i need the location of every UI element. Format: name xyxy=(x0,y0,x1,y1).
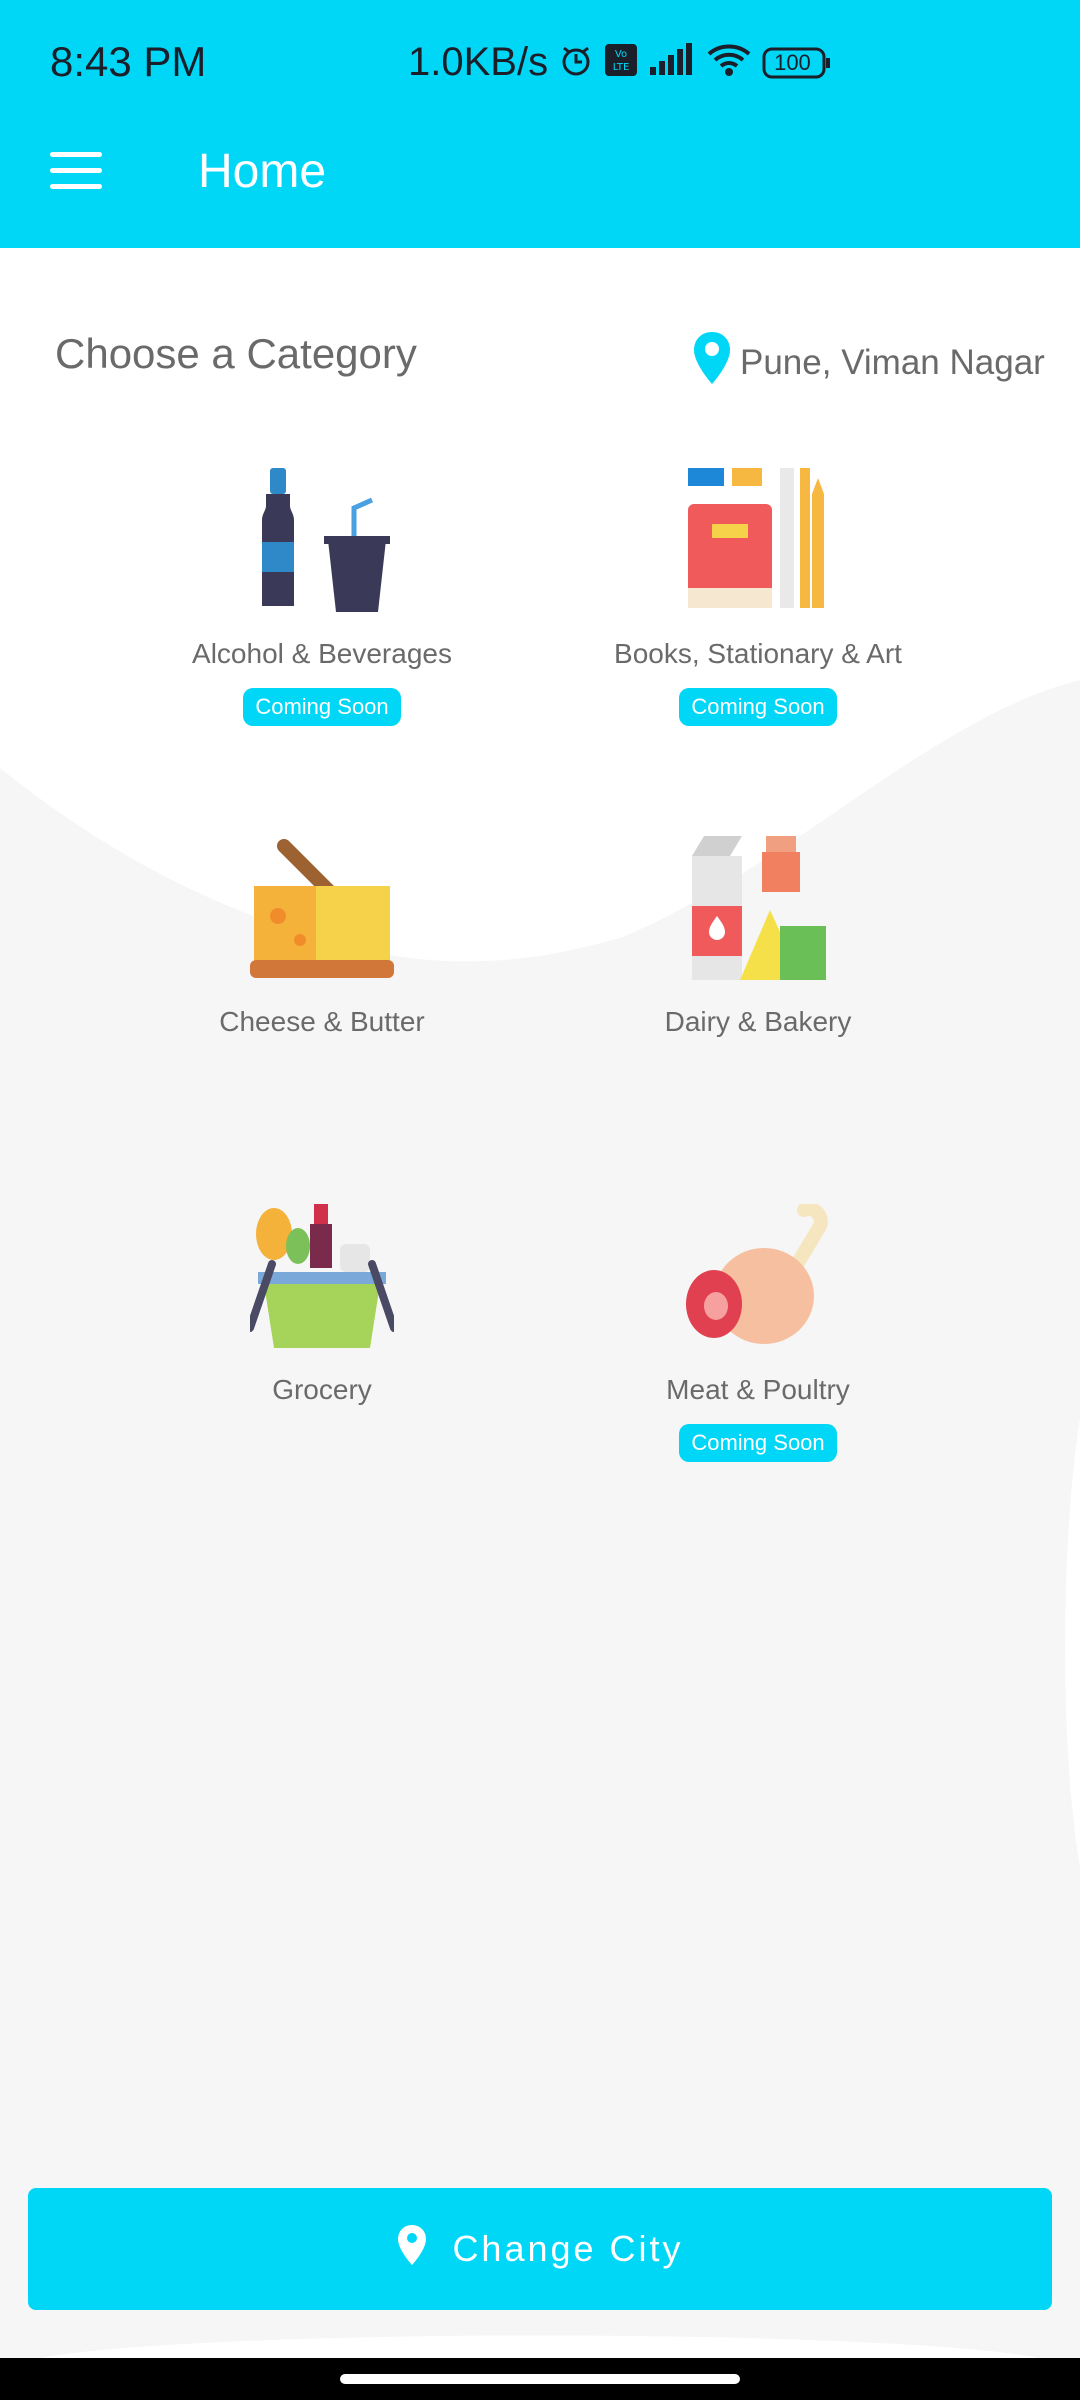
volte-icon: Vo LTE xyxy=(604,43,638,82)
category-meat-poultry[interactable]: Meat & Poultry Coming Soon xyxy=(528,1202,988,1462)
status-icons: 1.0KB/s Vo LTE 100 xyxy=(408,40,832,85)
category-label: Dairy & Bakery xyxy=(664,1006,852,1037)
category-label: Meat & Poultry xyxy=(666,1374,850,1405)
grocery-basket-icon xyxy=(246,1204,398,1348)
category-label: Grocery xyxy=(272,1374,372,1405)
current-location[interactable]: Pune, Viman Nagar xyxy=(692,330,1045,395)
battery-level: 100 xyxy=(774,49,811,75)
svg-text:LTE: LTE xyxy=(613,62,630,73)
location-pin-icon xyxy=(396,2223,428,2276)
change-city-label: Change City xyxy=(452,2228,684,2269)
net-speed: 1.0KB/s xyxy=(408,40,549,84)
category-dairy-bakery[interactable]: Dairy & Bakery xyxy=(528,836,988,1038)
books-icon xyxy=(686,468,830,612)
choose-category-heading: Choose a Category xyxy=(55,330,417,377)
app-bar xyxy=(0,128,1080,248)
meat-icon xyxy=(686,1202,830,1348)
alarm-icon xyxy=(558,42,594,83)
location-text: Pune, Viman Nagar xyxy=(740,342,1045,382)
battery-icon: 100 xyxy=(762,46,832,80)
status-time: 8:43 PM xyxy=(50,38,207,85)
location-pin-icon xyxy=(692,330,732,395)
category-label: Books, Stationary & Art xyxy=(614,638,902,669)
wifi-icon xyxy=(706,42,752,83)
coming-soon-badge: Coming Soon xyxy=(243,688,401,726)
status-bar: 8:43 PM 1.0KB/s Vo LTE 100 xyxy=(0,0,1080,128)
page-title: Home xyxy=(198,145,327,198)
dairy-icon xyxy=(686,836,830,980)
change-city-button[interactable]: Change City xyxy=(28,2188,1052,2310)
home-gesture-pill[interactable] xyxy=(340,2374,740,2384)
category-label: Alcohol & Beverages xyxy=(192,638,452,669)
beverages-icon xyxy=(250,468,394,612)
cheese-icon xyxy=(250,836,394,980)
hamburger-menu-icon[interactable] xyxy=(50,152,102,192)
category-alcohol-beverages[interactable]: Alcohol & Beverages Coming Soon xyxy=(92,468,552,726)
category-cheese-butter[interactable]: Cheese & Butter xyxy=(92,836,552,1038)
category-books-stationary-art[interactable]: Books, Stationary & Art Coming Soon xyxy=(528,468,988,726)
coming-soon-badge: Coming Soon xyxy=(679,688,837,726)
category-label: Cheese & Butter xyxy=(219,1006,425,1037)
category-grocery[interactable]: Grocery xyxy=(92,1204,552,1406)
signal-icon xyxy=(648,43,696,82)
svg-text:Vo: Vo xyxy=(615,49,627,60)
coming-soon-badge: Coming Soon xyxy=(679,1424,837,1462)
